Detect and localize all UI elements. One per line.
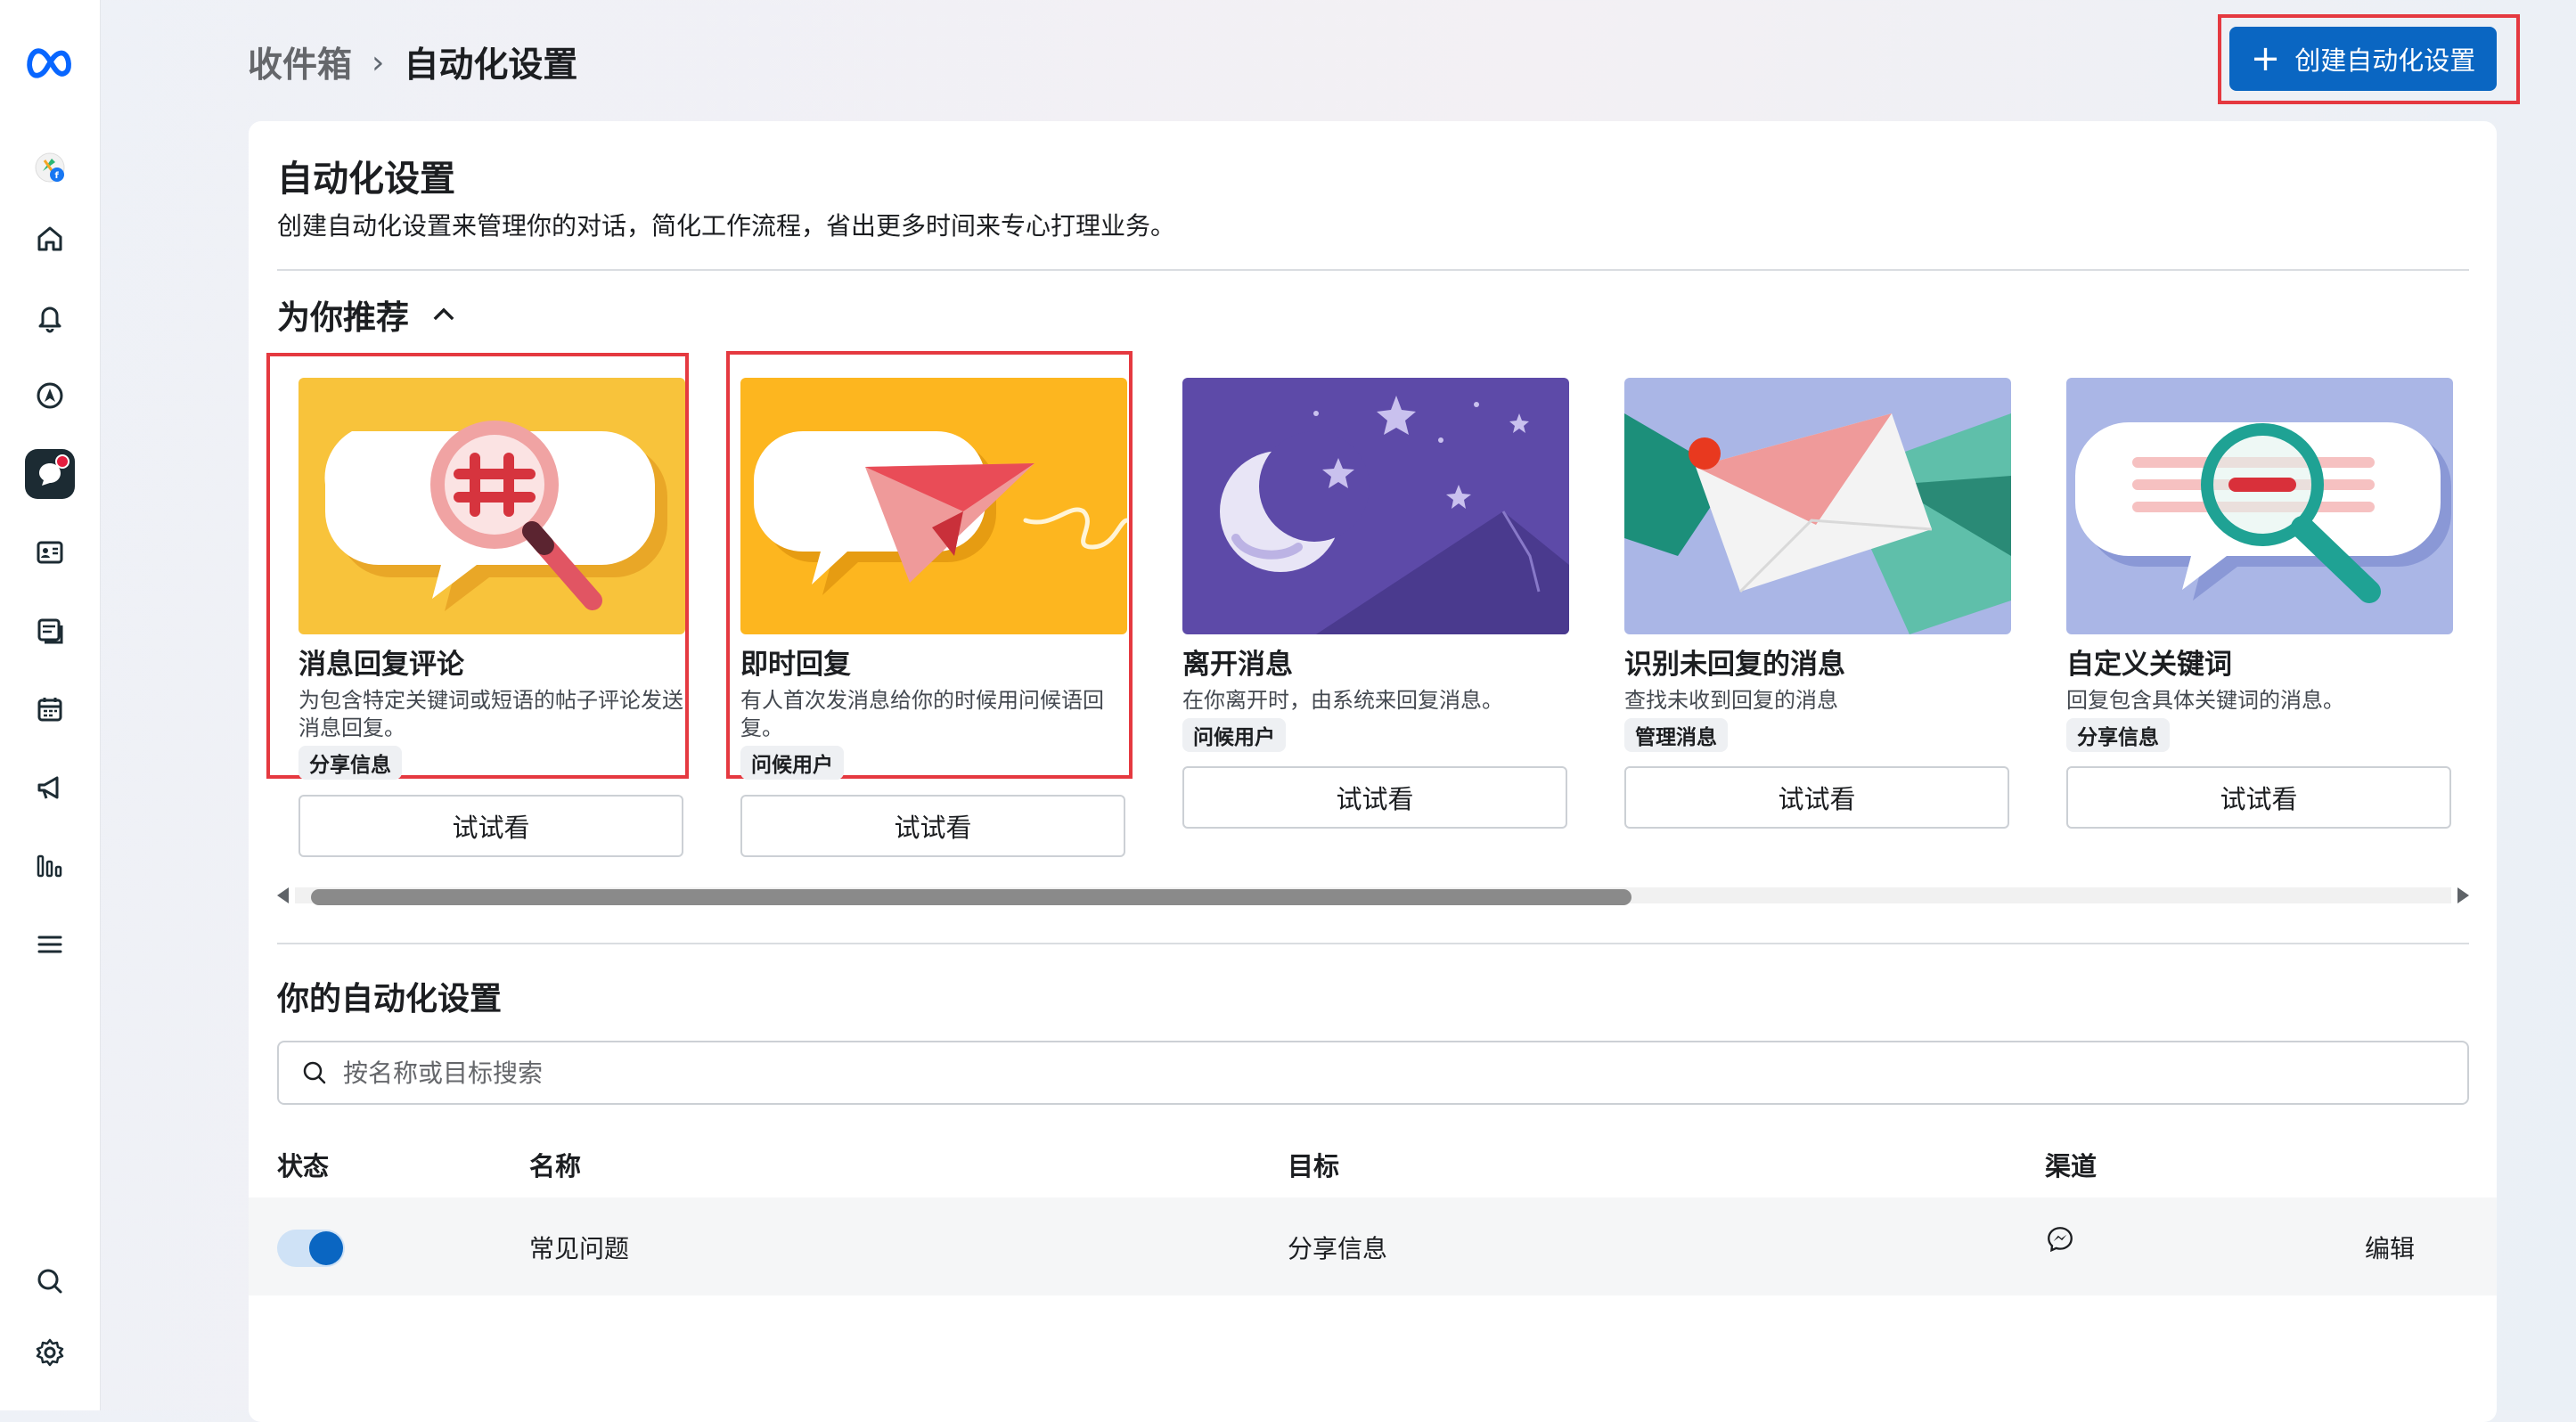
create-automation-button[interactable]: + 创建自动化设置 <box>2229 27 2497 91</box>
svg-text:f: f <box>55 171 60 181</box>
content-posts-icon[interactable] <box>25 606 75 656</box>
try-button[interactable]: 试试看 <box>740 795 1125 857</box>
column-header-status: 状态 <box>277 1151 330 1181</box>
column-header-name: 名称 <box>529 1151 582 1181</box>
card-title: 自定义关键词 <box>2066 649 2232 681</box>
chevron-right-icon: › <box>372 44 385 81</box>
ads-compass-icon[interactable] <box>25 371 75 421</box>
cards-horizontal-scrollbar[interactable] <box>277 884 2469 907</box>
contacts-card-icon[interactable] <box>25 527 75 577</box>
automation-name: 常见问题 <box>529 1234 630 1263</box>
search-icon <box>303 1061 326 1084</box>
menu-hamburger-icon[interactable] <box>25 919 75 969</box>
automation-goal: 分享信息 <box>1288 1234 1388 1263</box>
card-title: 消息回复评论 <box>298 649 464 681</box>
messenger-icon <box>2048 1227 2073 1253</box>
recommendation-card[interactable]: 即时回复 有人首次发消息给你的时候用问候语回复。 问候用户 <box>740 378 1127 780</box>
unanswered-messages-illustration <box>1624 378 2011 634</box>
page-avatar-icon[interactable]: f <box>25 143 75 192</box>
column-header-channel: 渠道 <box>2045 1151 2098 1181</box>
chevron-up-icon[interactable] <box>429 299 459 330</box>
settings-gear-icon[interactable] <box>25 1328 75 1377</box>
card-tag: 管理消息 <box>1624 718 1728 752</box>
megaphone-ads-icon[interactable] <box>25 763 75 813</box>
custom-keywords-illustration <box>2066 378 2453 634</box>
card-tag: 问候用户 <box>1182 718 1286 752</box>
breadcrumb: 收件箱 › 自动化设置 <box>248 36 577 89</box>
card-tag: 分享信息 <box>298 746 402 780</box>
scroll-left-arrow-icon[interactable] <box>277 887 289 903</box>
toggle-knob <box>309 1231 343 1265</box>
section-divider <box>277 269 2469 271</box>
inbox-messages-icon[interactable] <box>25 449 75 499</box>
try-button[interactable]: 试试看 <box>298 795 683 857</box>
search-input[interactable] <box>341 1057 2394 1089</box>
comment-keyword-illustration <box>298 378 685 634</box>
card-description: 查找未收到回复的消息 <box>1624 688 1838 713</box>
try-button[interactable]: 试试看 <box>1624 766 2009 829</box>
try-button[interactable]: 试试看 <box>2066 766 2451 829</box>
notifications-bell-icon[interactable] <box>25 292 75 342</box>
plus-icon: + <box>2250 38 2281 79</box>
card-title: 识别未回复的消息 <box>1624 649 1845 681</box>
section-divider <box>277 943 2469 944</box>
page-title: 自动化设置 <box>404 45 578 86</box>
panel-title: 自动化设置 <box>277 159 455 200</box>
insights-chart-icon[interactable] <box>25 841 75 891</box>
automation-search-field[interactable] <box>277 1041 2469 1105</box>
recommended-heading: 为你推荐 <box>277 298 409 337</box>
left-navigation-rail: f <box>0 0 101 1410</box>
card-description: 在你离开时，由系统来回复消息。 <box>1182 688 1503 713</box>
scrollbar-thumb[interactable] <box>311 889 1631 905</box>
unread-dot <box>55 454 70 469</box>
breadcrumb-inbox-link[interactable]: 收件箱 <box>248 37 352 87</box>
home-icon[interactable] <box>25 214 75 264</box>
automation-status-toggle[interactable] <box>277 1230 345 1267</box>
card-description: 有人首次发消息给你的时候用问候语回复。 <box>740 688 1104 740</box>
card-title: 即时回复 <box>740 649 851 681</box>
column-header-goal: 目标 <box>1288 1151 1340 1181</box>
calendar-planner-icon[interactable] <box>25 684 75 734</box>
search-icon[interactable] <box>25 1256 75 1306</box>
automations-panel: 自动化设置 创建自动化设置来管理你的对话，简化工作流程，省出更多时间来专心打理业… <box>249 121 2497 1422</box>
try-button[interactable]: 试试看 <box>1182 766 1567 829</box>
card-title: 离开消息 <box>1182 649 1293 681</box>
instant-reply-illustration <box>740 378 1127 634</box>
card-description: 回复包含具体关键词的消息。 <box>2066 688 2344 713</box>
edit-automation-link[interactable]: 编辑 <box>2365 1230 2415 1265</box>
create-automation-label: 创建自动化设置 <box>2294 45 2476 76</box>
recommendation-card[interactable]: 离开消息 在你离开时，由系统来回复消息。 问候用户 <box>1182 378 1569 752</box>
scroll-right-arrow-icon[interactable] <box>2457 887 2469 903</box>
recommendation-card[interactable]: 消息回复评论 为包含特定关键词或短语的帖子评论发送消息回复。 分享信息 <box>298 378 685 780</box>
recommendation-card[interactable]: 自定义关键词 回复包含具体关键词的消息。 分享信息 <box>2066 378 2453 752</box>
meta-logo-icon[interactable] <box>25 37 75 87</box>
card-description: 为包含特定关键词或短语的帖子评论发送消息回复。 <box>298 688 683 740</box>
card-tag: 问候用户 <box>740 746 844 780</box>
table-row[interactable]: 常见问题 分享信息 编辑 <box>249 1197 2497 1295</box>
recommended-header[interactable]: 为你推荐 <box>277 290 459 339</box>
my-automations-heading: 你的自动化设置 <box>277 981 503 1017</box>
panel-description: 创建自动化设置来管理你的对话，简化工作流程，省出更多时间来专心打理业务。 <box>277 211 1176 241</box>
away-message-illustration <box>1182 378 1569 634</box>
card-tag: 分享信息 <box>2066 718 2170 752</box>
recommendation-card[interactable]: 识别未回复的消息 查找未收到回复的消息 管理消息 <box>1624 378 2011 752</box>
